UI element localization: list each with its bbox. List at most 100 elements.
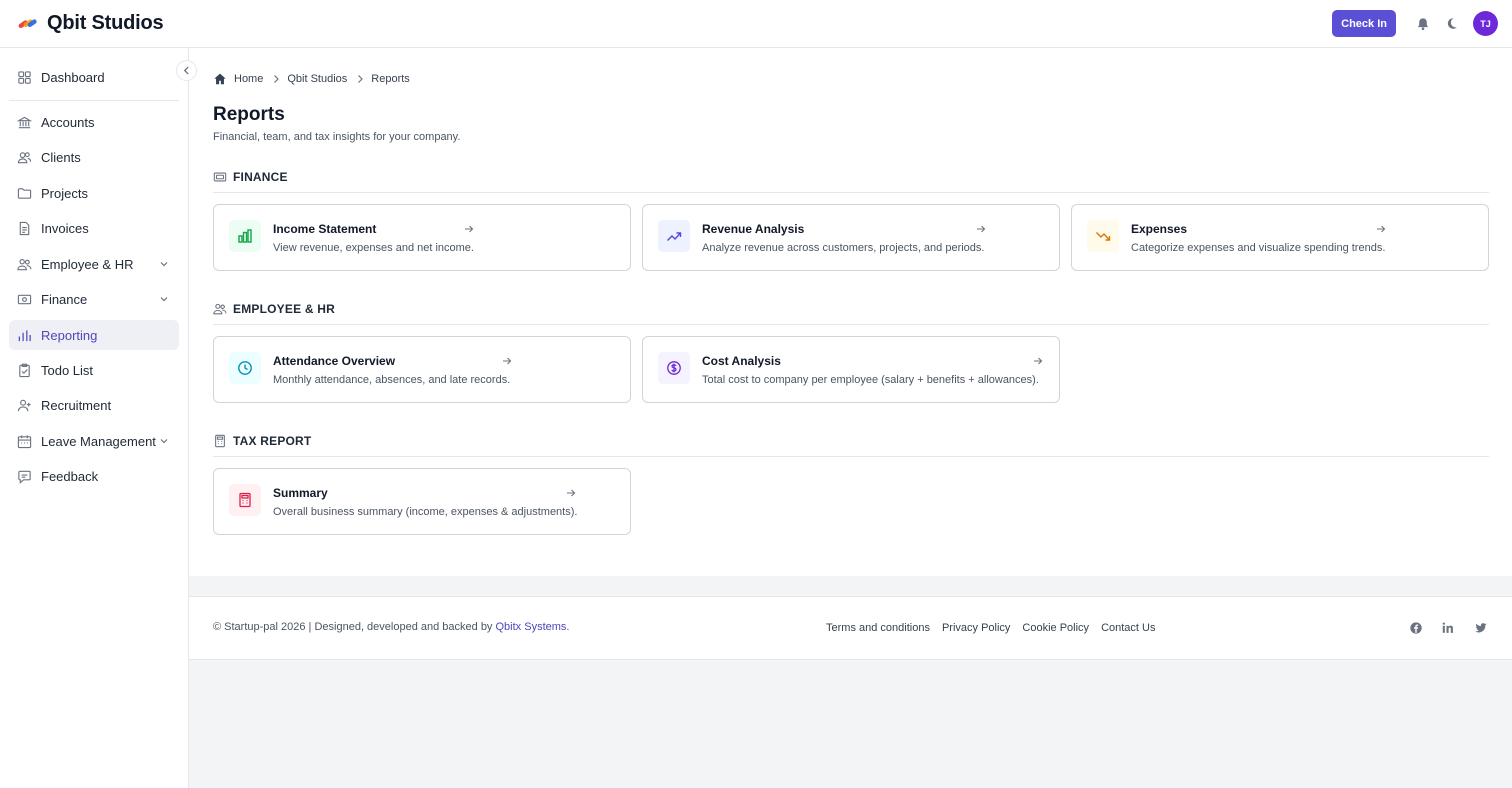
breadcrumb-home-link[interactable]: Home [234, 73, 263, 85]
report-card-cost-analysis[interactable]: Cost Analysis Total cost to company per … [642, 336, 1060, 403]
clock-icon [229, 352, 261, 384]
contact-us-link[interactable]: Contact Us [1101, 622, 1155, 634]
grid-icon [16, 69, 32, 85]
arrow-right-icon [567, 489, 576, 497]
card-description: View revenue, expenses and net income. [273, 242, 474, 254]
linkedin-icon[interactable] [1441, 621, 1455, 635]
theme-toggle-button[interactable] [1437, 10, 1466, 37]
people-icon [213, 303, 227, 315]
card-title: Income Statement [273, 222, 377, 236]
file-icon [16, 220, 32, 236]
sidebar-item-reporting[interactable]: Reporting [9, 320, 179, 350]
user-plus-icon [16, 397, 32, 413]
breadcrumb-current: Reports [371, 73, 410, 85]
page-title: Reports [213, 104, 285, 125]
brand[interactable]: Qbit Studios [16, 12, 164, 35]
brand-logo-icon [18, 18, 37, 28]
sidebar-collapse-button[interactable] [176, 60, 197, 81]
section-tax-report-heading: TAX REPORT [213, 434, 311, 448]
notifications-button[interactable] [1408, 10, 1437, 37]
terms-link[interactable]: Terms and conditions [826, 622, 930, 634]
arrow-right-icon [977, 225, 986, 233]
sidebar-item-label: Finance [41, 291, 88, 307]
clipboard-icon [16, 362, 32, 378]
breadcrumb-company-link[interactable]: Qbit Studios [287, 73, 347, 85]
trending-down-icon [1087, 220, 1119, 252]
chevron-right-icon [274, 75, 280, 83]
sidebar-item-feedback[interactable]: Feedback [9, 461, 179, 491]
sidebar-item-accounts[interactable]: Accounts [9, 107, 179, 137]
user-avatar[interactable]: TJ [1473, 11, 1498, 36]
report-card-attendance-overview[interactable]: Attendance Overview Monthly attendance, … [213, 336, 631, 403]
sidebar-item-dashboard[interactable]: Dashboard [9, 62, 179, 92]
bar-chart-icon [16, 327, 32, 343]
report-card-expenses[interactable]: Expenses Categorize expenses and visuali… [1071, 204, 1489, 271]
qbitx-systems-link[interactable]: Qbitx Systems [496, 621, 567, 633]
report-card-summary[interactable]: Summary Overall business summary (income… [213, 468, 631, 535]
section-divider [213, 324, 1489, 325]
arrow-right-icon [1377, 225, 1386, 233]
bank-icon [16, 114, 32, 130]
app-name: Qbit Studios [47, 12, 164, 34]
card-description: Overall business summary (income, expens… [273, 506, 578, 518]
bell-icon [1417, 17, 1428, 30]
sidebar-item-label: Invoices [41, 220, 89, 236]
breadcrumb: Home Qbit Studios Reports [213, 72, 410, 86]
main-content: Home Qbit Studios Reports Reports Financ… [189, 48, 1512, 576]
sidebar-item-projects[interactable]: Projects [9, 178, 179, 208]
section-divider [213, 192, 1489, 193]
sidebar-item-label: Feedback [41, 468, 99, 484]
card-title: Attendance Overview [273, 354, 396, 368]
money-icon [213, 172, 227, 182]
footer: © Startup-pal 2026 | Designed, developed… [189, 596, 1512, 660]
folder-icon [16, 185, 32, 201]
sidebar-item-label: Recruitment [41, 397, 112, 413]
chevron-left-icon [183, 66, 189, 75]
chevron-down-icon [160, 262, 168, 267]
chat-icon [16, 468, 32, 484]
report-card-income-statement[interactable]: Income Statement View revenue, expenses … [213, 204, 631, 271]
card-description: Categorize expenses and visualize spendi… [1131, 242, 1386, 254]
sidebar-item-finance[interactable]: Finance [9, 284, 179, 314]
page-subtitle: Financial, team, and tax insights for yo… [213, 131, 461, 143]
dollar-circle-icon [658, 352, 690, 384]
sidebar-item-label: Clients [41, 149, 81, 165]
cookie-policy-link[interactable]: Cookie Policy [1022, 622, 1089, 634]
sidebar-item-leave-management[interactable]: Leave Management [9, 426, 179, 456]
sidebar-item-label: Reporting [41, 327, 98, 343]
sidebar-item-invoices[interactable]: Invoices [9, 213, 179, 243]
sidebar-item-clients[interactable]: Clients [9, 142, 179, 172]
moon-icon [1447, 18, 1457, 29]
check-in-button[interactable]: Check In [1332, 10, 1396, 37]
sidebar-item-label: Dashboard [41, 69, 105, 85]
section-divider [213, 456, 1489, 457]
privacy-policy-link[interactable]: Privacy Policy [942, 622, 1010, 634]
footer-links: Terms and conditions Privacy Policy Cook… [826, 622, 1167, 634]
report-card-revenue-analysis[interactable]: Revenue Analysis Analyze revenue across … [642, 204, 1060, 271]
card-title: Summary [273, 486, 328, 500]
sidebar-item-employee-hr[interactable]: Employee & HR [9, 249, 179, 279]
sidebar-item-todo-list[interactable]: Todo List [9, 355, 179, 385]
top-bar: Qbit Studios Check In TJ [0, 0, 1512, 48]
home-icon [214, 73, 226, 85]
people-icon [16, 256, 32, 272]
arrow-right-icon [465, 225, 474, 233]
copyright-text: © Startup-pal 2026 | Designed, developed… [213, 621, 570, 633]
chevron-down-icon [160, 439, 168, 444]
calculator-icon [215, 434, 225, 448]
card-title: Revenue Analysis [702, 222, 805, 236]
chevron-down-icon [160, 297, 168, 302]
section-employee-hr-heading: EMPLOYEE & HR [213, 302, 335, 316]
facebook-icon[interactable] [1409, 621, 1423, 635]
calculator-icon [229, 484, 261, 516]
twitter-icon[interactable] [1474, 621, 1488, 635]
sidebar-divider [9, 100, 179, 101]
bar-chart-icon [229, 220, 261, 252]
money-icon [16, 291, 32, 307]
arrow-right-icon [503, 357, 512, 365]
card-description: Analyze revenue across customers, projec… [702, 242, 985, 254]
sidebar-item-label: Leave Management [41, 433, 156, 449]
sidebar: Dashboard Accounts Clients Projects Invo… [0, 48, 197, 788]
sidebar-item-recruitment[interactable]: Recruitment [9, 390, 179, 420]
card-description: Total cost to company per employee (sala… [702, 374, 1039, 386]
